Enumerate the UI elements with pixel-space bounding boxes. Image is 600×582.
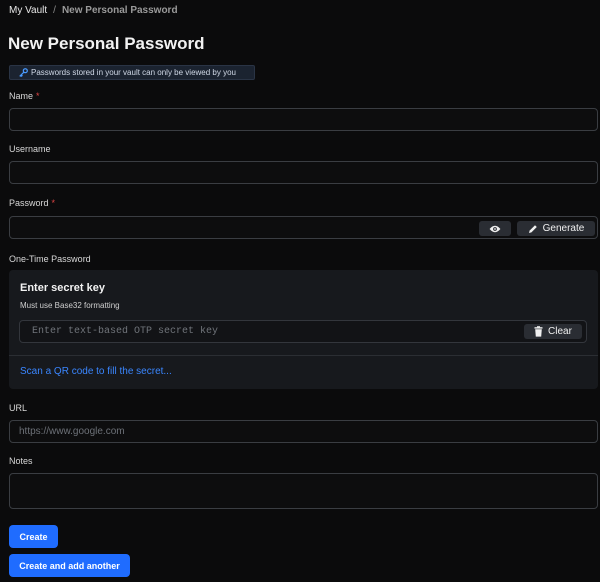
- breadcrumb-separator: /: [53, 5, 56, 16]
- privacy-notice: Passwords stored in your vault can only …: [9, 65, 255, 80]
- notes-textarea[interactable]: [9, 473, 598, 509]
- name-label-text: Name: [9, 91, 34, 101]
- otp-title: Enter secret key: [20, 282, 105, 294]
- otp-divider: [9, 355, 598, 356]
- clear-otp-button[interactable]: Clear: [524, 324, 582, 339]
- page-title: New Personal Password: [8, 34, 205, 53]
- required-mark: *: [36, 91, 40, 101]
- eye-icon: [489, 225, 501, 233]
- clear-label: Clear: [548, 326, 572, 337]
- password-label-text: Password: [9, 198, 49, 208]
- otp-label: One-Time Password: [9, 254, 91, 264]
- breadcrumb-root-link[interactable]: My Vault: [9, 5, 47, 16]
- create-button[interactable]: Create: [9, 525, 58, 548]
- create-and-add-another-button[interactable]: Create and add another: [9, 554, 130, 577]
- required-mark: *: [51, 198, 56, 208]
- notes-label: Notes: [9, 456, 33, 466]
- trash-icon: [534, 326, 543, 337]
- name-label: Name *: [9, 91, 40, 101]
- key-icon: [19, 68, 28, 77]
- generate-label: Generate: [542, 223, 585, 234]
- otp-panel: Enter secret key Must use Base32 formatt…: [9, 270, 598, 389]
- url-input[interactable]: [9, 420, 598, 443]
- url-label: URL: [9, 403, 28, 413]
- generate-password-button[interactable]: Generate: [517, 221, 595, 236]
- name-input[interactable]: [9, 108, 598, 131]
- breadcrumb-current: New Personal Password: [61, 5, 178, 16]
- otp-secret-input[interactable]: [19, 320, 587, 343]
- username-label: Username: [9, 144, 51, 154]
- privacy-notice-text: Passwords stored in your vault can only …: [31, 68, 236, 77]
- breadcrumb: My Vault / New Personal Password: [9, 5, 178, 16]
- scan-qr-link[interactable]: Scan a QR code to fill the secret...: [20, 366, 172, 377]
- password-label: Password *: [9, 198, 55, 208]
- pencil-icon: [528, 224, 538, 234]
- reveal-password-button[interactable]: [479, 221, 511, 236]
- username-input[interactable]: [9, 161, 598, 184]
- otp-subtitle: Must use Base32 formatting: [20, 301, 120, 310]
